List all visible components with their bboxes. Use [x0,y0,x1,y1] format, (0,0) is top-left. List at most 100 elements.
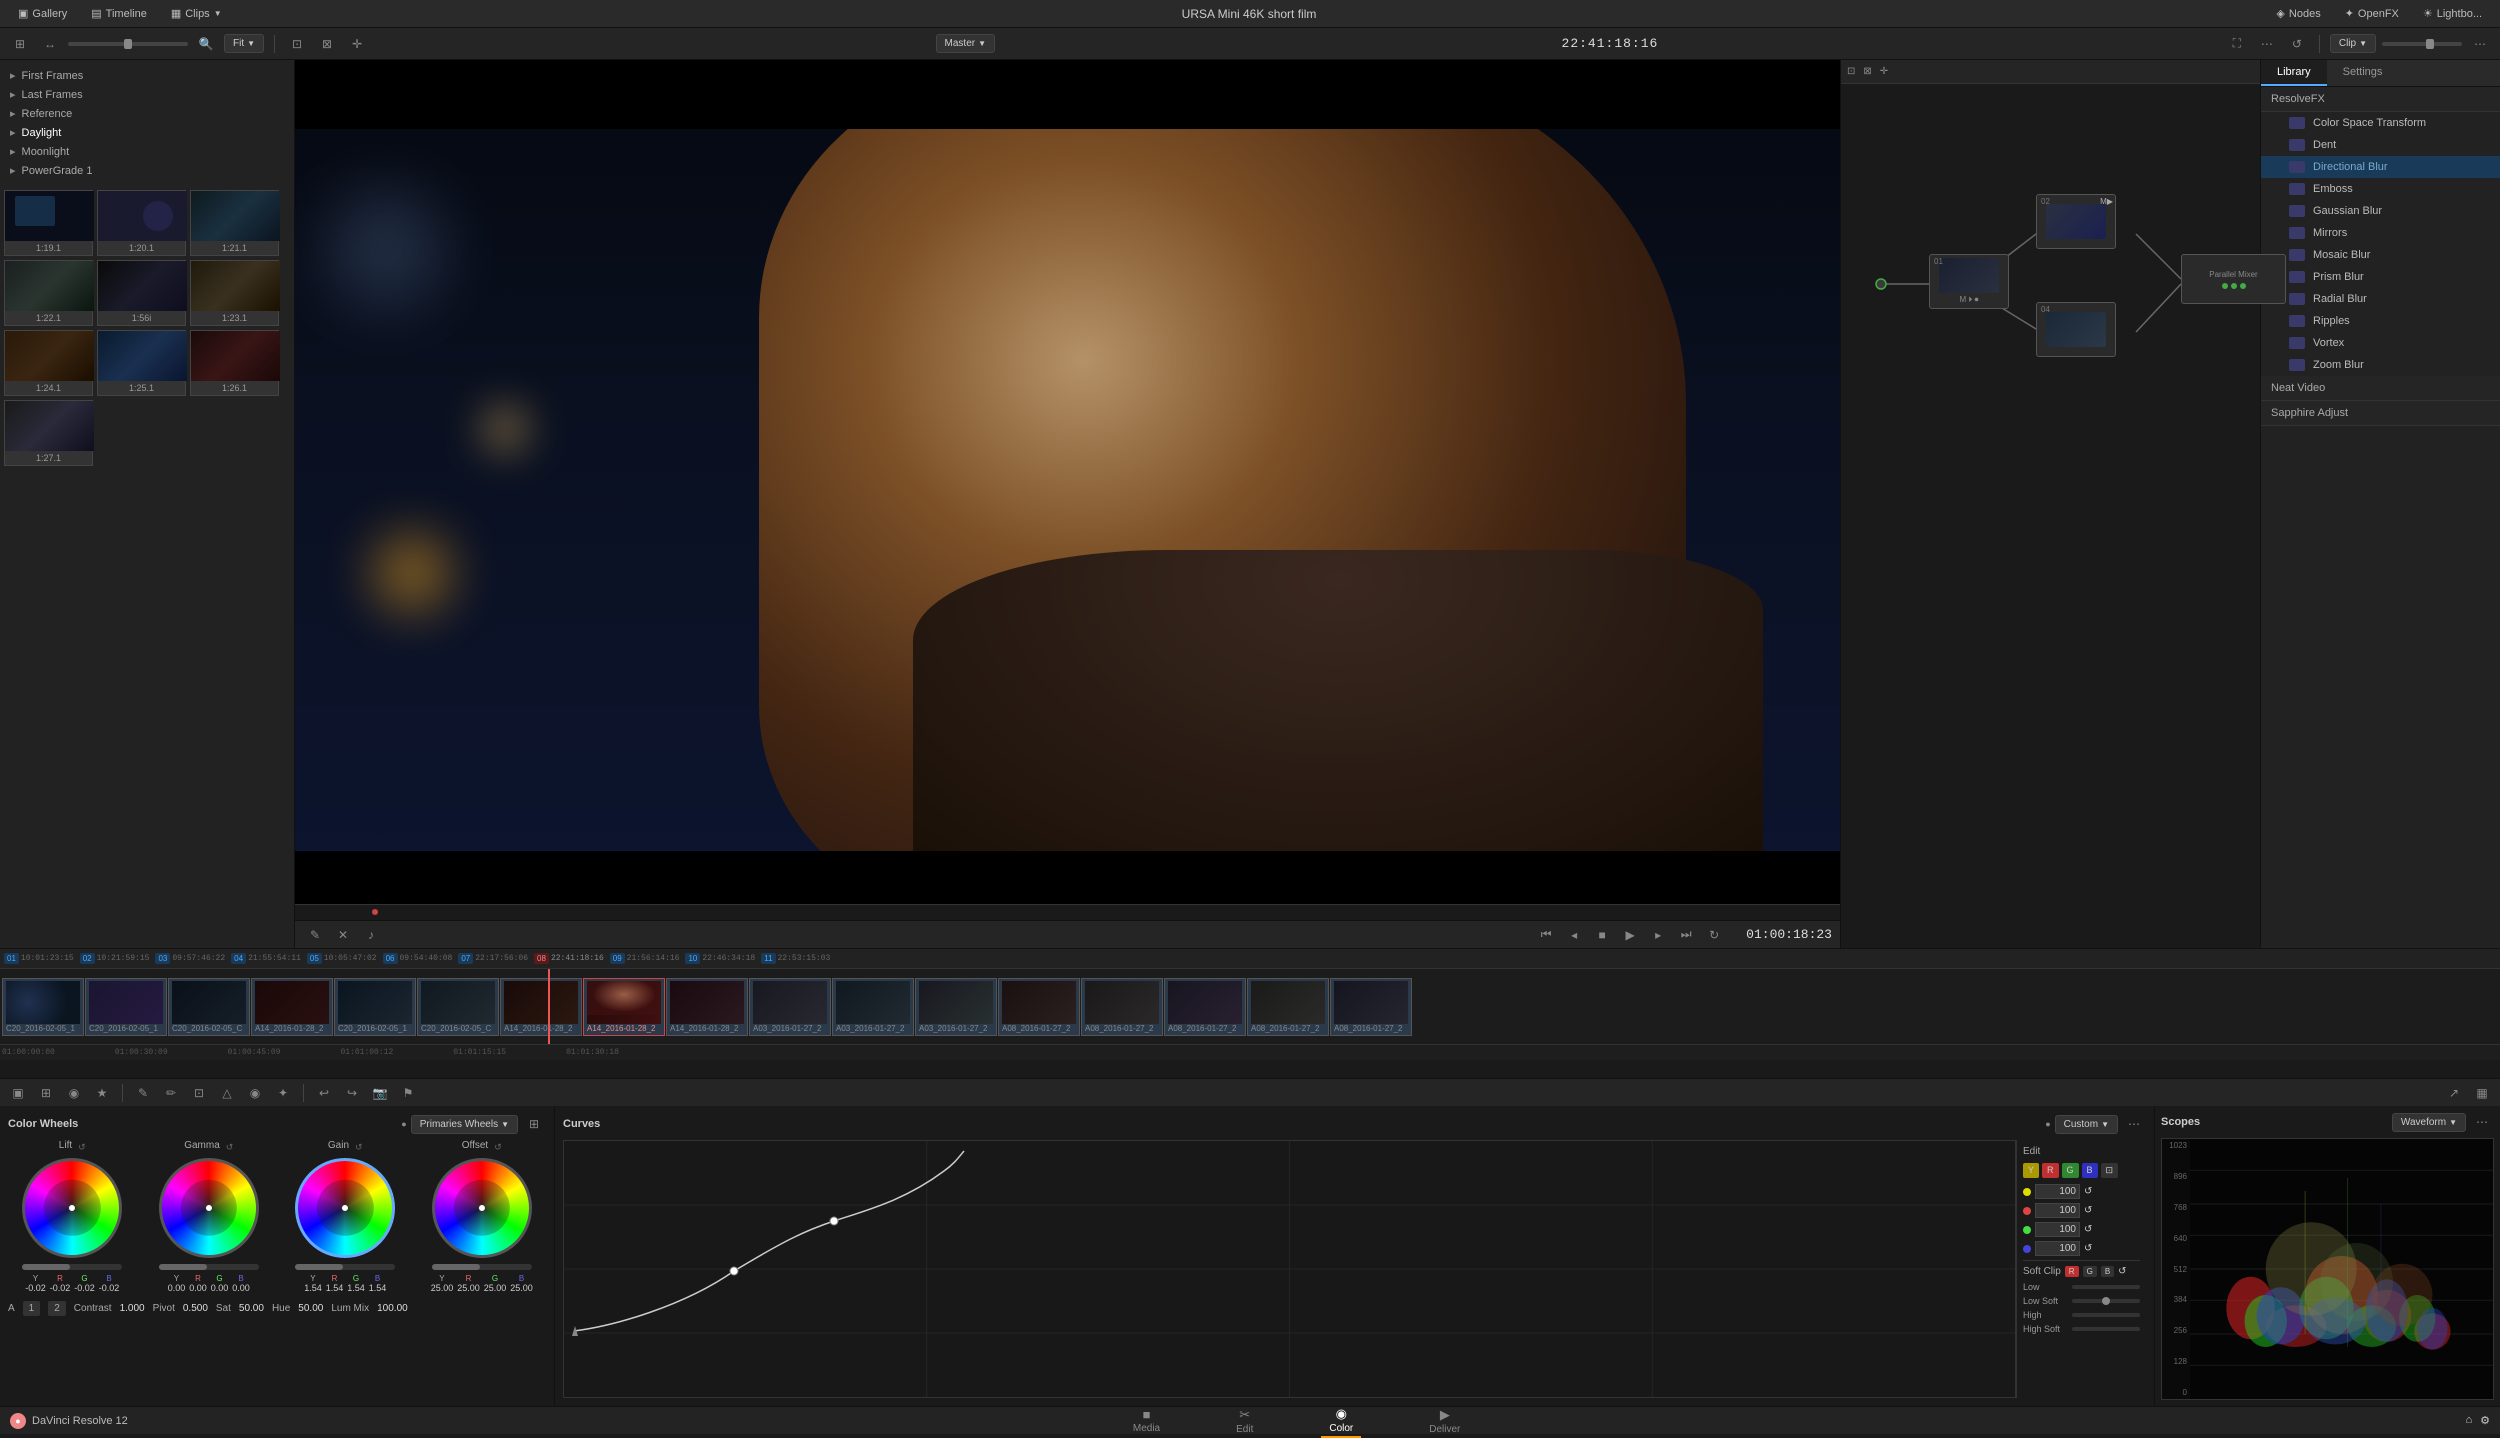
timeline-clip-14[interactable]: A08_2016-01-27_2 [1081,978,1163,1036]
media-thumb-0[interactable]: 1:19.1 [4,190,93,256]
edit-reset-r[interactable]: ↺ [2084,1205,2092,1216]
media-thumb-1[interactable]: 1:20.1 [97,190,186,256]
gamma-slider[interactable] [159,1264,259,1270]
clip-more-icon[interactable]: ⋯ [2468,33,2492,55]
timeline-clip-06[interactable]: C20_2016-02-05_C [417,978,499,1036]
color-tool-camera[interactable]: 📷 [368,1082,392,1104]
gamma-reset-icon[interactable]: ↺ [226,1142,234,1153]
tree-item-reference[interactable]: ▸ Reference [4,104,290,123]
color-tool-right-1[interactable]: ↗ [2442,1082,2466,1104]
timeline-clip-12[interactable]: A03_2016-01-27_2 [915,978,997,1036]
fx-radial-blur[interactable]: Radial Blur [2261,288,2500,310]
curves-dot[interactable]: ● [2045,1119,2050,1129]
wheels-reset-icon[interactable]: ⊞ [522,1113,546,1135]
offset-reset-icon[interactable]: ↺ [494,1142,502,1153]
fx-prism-blur[interactable]: Prism Blur [2261,266,2500,288]
color-tool-tracker[interactable]: ◉ [243,1082,267,1104]
timeline-clip-02[interactable]: C20_2016-02-05_1 [85,978,167,1036]
gamma-wheel-circle[interactable] [159,1158,259,1258]
nav-nodes[interactable]: ◈ Nodes [2266,4,2330,23]
color-tool-eyedrop[interactable]: ◉ [62,1082,86,1104]
fx-ripples[interactable]: Ripples [2261,310,2500,332]
timeline-clip-04[interactable]: A14_2016-01-28_2 [251,978,333,1036]
gain-wheel-circle[interactable] [295,1158,395,1258]
node-toolbar-icon-3[interactable]: ✛ [1880,66,1888,77]
edit-reset-y[interactable]: ↺ [2084,1186,2092,1197]
grade-tab-1[interactable]: 2 [48,1301,66,1316]
timeline-clip-07[interactable]: A14_2016-01-28_2 [500,978,582,1036]
trim-icon[interactable]: ✕ [331,924,355,946]
media-thumb-3[interactable]: 1:22.1 [4,260,93,326]
primaries-wheels-btn[interactable]: Primaries Wheels ▼ [411,1115,518,1134]
timeline-clip-01[interactable]: C20_2016-02-05_1 [2,978,84,1036]
color-tool-shape[interactable]: △ [215,1082,239,1104]
node-parallel-mixer[interactable]: Parallel Mixer [2181,254,2286,304]
nav-gallery[interactable]: ▣ Gallery [8,4,77,23]
timeline-clip-10[interactable]: A03_2016-01-27_2 [749,978,831,1036]
curves-canvas[interactable] [563,1140,2016,1398]
gain-slider[interactable] [295,1264,395,1270]
fx-emboss[interactable]: Emboss [2261,178,2500,200]
tab-edit[interactable]: ✂ Edit [1228,1405,1261,1437]
step-back-icon[interactable]: ◂ [1562,924,1586,946]
timeline-clip-17[interactable]: A08_2016-01-27_2 [1330,978,1412,1036]
play-icon[interactable]: ▶ [1618,924,1642,946]
search-icon[interactable]: 🔍 [194,33,218,55]
toolbar-icon-2[interactable]: ↔ [38,33,62,55]
curves-custom-btn[interactable]: Custom ▼ [2055,1115,2118,1134]
node-01[interactable]: 01 M ⏵ ⏺ [1929,254,2009,309]
step-forward-icon[interactable]: ▸ [1646,924,1670,946]
tree-item-moonlight[interactable]: ▸ Moonlight [4,142,290,161]
channel-all-btn[interactable]: ⊡ [2101,1163,2119,1178]
media-thumb-6[interactable]: 1:24.1 [4,330,93,396]
edit-value-r[interactable] [2035,1203,2080,1218]
color-tool-pen[interactable]: ✎ [131,1082,155,1104]
tab-library[interactable]: Library [2261,60,2327,86]
tree-item-first-frames[interactable]: ▸ First Frames [4,66,290,85]
color-tool-brush[interactable]: ✏ [159,1082,183,1104]
sc-low-soft-slider[interactable] [2072,1299,2140,1303]
edit-value-y[interactable] [2035,1184,2080,1199]
channel-y-btn[interactable]: Y [2023,1163,2039,1178]
skip-end-icon[interactable]: ⏭ [1674,924,1698,946]
viewer-icon-3[interactable]: ✛ [345,33,369,55]
offset-slider[interactable] [432,1264,532,1270]
tab-media[interactable]: ■ Media [1125,1405,1168,1436]
timeline-clip-08-active[interactable]: A14_2016-01-28_2 [583,978,665,1036]
fx-color-space-transform[interactable]: Color Space Transform [2261,112,2500,134]
grade-tab-a[interactable]: 1 [23,1301,41,1316]
fx-mirrors[interactable]: Mirrors [2261,222,2500,244]
channel-r-btn[interactable]: R [2042,1163,2059,1178]
fit-btn[interactable]: Fit ▼ [224,34,264,53]
color-tool-1[interactable]: ▣ [6,1082,30,1104]
media-thumb-7[interactable]: 1:25.1 [97,330,186,396]
color-tool-select[interactable]: ⊡ [187,1082,211,1104]
media-thumb-2[interactable]: 1:21.1 [190,190,279,256]
node-toolbar-icon-2[interactable]: ⊠ [1863,66,1871,77]
viewer-icon-2[interactable]: ⊠ [315,33,339,55]
color-tool-2[interactable]: ⊞ [34,1082,58,1104]
media-thumb-5[interactable]: 1:23.1 [190,260,279,326]
media-thumb-8[interactable]: 1:26.1 [190,330,279,396]
sc-high-soft-slider[interactable] [2072,1327,2140,1331]
stop-icon[interactable]: ■ [1590,924,1614,946]
audio-icon[interactable]: ♪ [359,924,383,946]
timeline-clip-11[interactable]: A03_2016-01-27_2 [832,978,914,1036]
color-picker-icon[interactable]: ✎ [303,924,327,946]
offset-wheel-circle[interactable] [432,1158,532,1258]
nav-lightbox[interactable]: ☀ Lightbo... [2413,4,2492,23]
media-thumb-4[interactable]: 1:56i [97,260,186,326]
node-02[interactable]: 02 M▶ [2036,194,2116,249]
tree-item-daylight[interactable]: ▸ Daylight [4,123,290,142]
lift-slider[interactable] [22,1264,122,1270]
scopes-more-icon[interactable]: ⋯ [2470,1111,2494,1133]
timeline-clip-15[interactable]: A08_2016-01-27_2 [1164,978,1246,1036]
sc-high-slider[interactable] [2072,1313,2140,1317]
timeline-clip-09[interactable]: A14_2016-01-28_2 [666,978,748,1036]
fx-gaussian-blur[interactable]: Gaussian Blur [2261,200,2500,222]
settings-icon[interactable]: ⚙ [2480,1414,2490,1427]
channel-b-btn[interactable]: B [2082,1163,2098,1178]
clip-zoom-slider[interactable] [2382,42,2462,46]
edit-value-b[interactable] [2035,1241,2080,1256]
sc-reset[interactable]: ↺ [2118,1266,2126,1277]
